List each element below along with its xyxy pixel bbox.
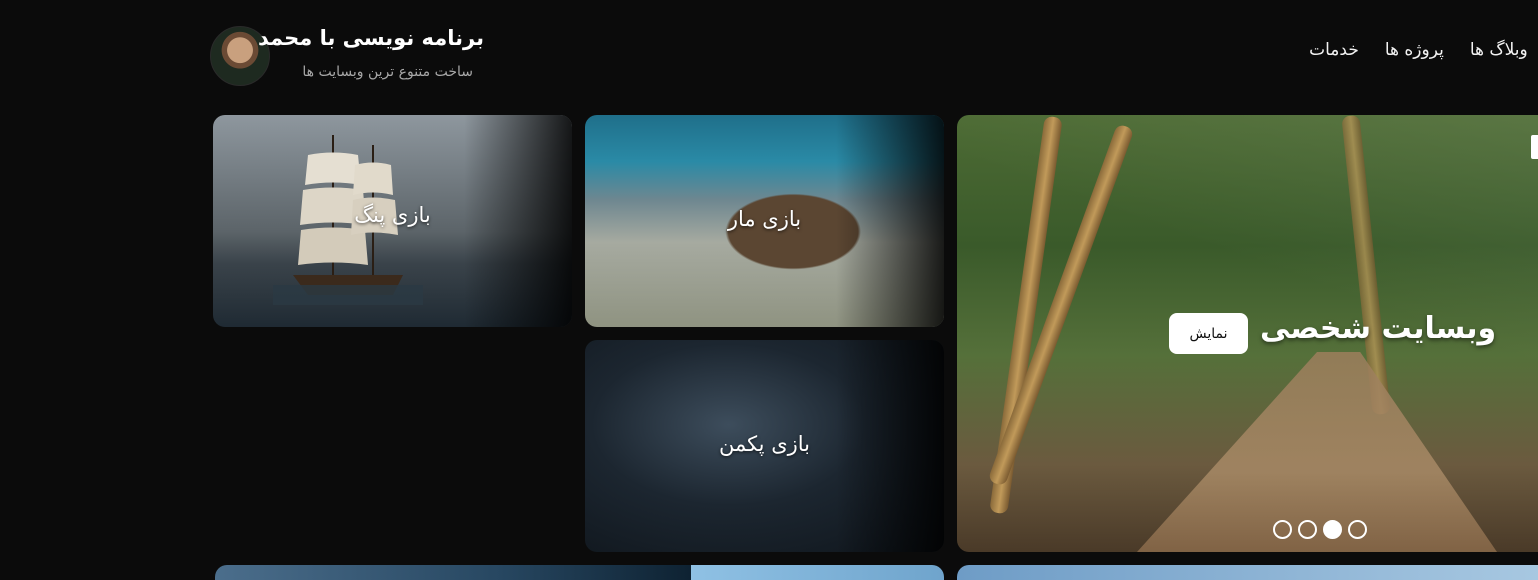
- slider-dot[interactable]: [1273, 520, 1292, 539]
- site-subtitle: ساخت متنوع ترین وبسایت ها: [302, 64, 473, 80]
- card-title: بازی پکمن: [718, 432, 811, 456]
- card-title: بازی پنگ: [354, 203, 431, 227]
- nav-item-blogs[interactable]: وبلاگ ها: [1470, 40, 1528, 60]
- slider-dot[interactable]: [1298, 520, 1317, 539]
- card-title: بازی مار: [727, 207, 802, 231]
- hero-slider: وبسایت شخصی نمایش: [957, 115, 1538, 552]
- hero-edge-mark: [1531, 135, 1538, 159]
- project-card-partial[interactable]: [215, 565, 691, 580]
- nav-item-projects[interactable]: پروژه ها: [1385, 40, 1444, 60]
- slider-dots: [1273, 520, 1367, 539]
- nav-item-services[interactable]: خدمات: [1309, 40, 1359, 60]
- slider-dot-active[interactable]: [1323, 520, 1342, 539]
- site-brand[interactable]: برنامه نویسی با محمد ساخت متنوع ترین وبس…: [210, 24, 500, 90]
- project-card-partial[interactable]: [957, 565, 1538, 580]
- project-card-pacman[interactable]: بازی پکمن: [585, 340, 944, 552]
- project-card-snake[interactable]: بازی مار: [585, 115, 944, 327]
- main-nav: ما وبلاگ ها پروژه ها خدمات: [1309, 40, 1538, 60]
- project-card-partial[interactable]: [691, 565, 944, 580]
- slider-dot[interactable]: [1348, 520, 1367, 539]
- show-button[interactable]: نمایش: [1169, 313, 1248, 354]
- hero-title: وبسایت شخصی: [1260, 311, 1497, 346]
- project-card-pong[interactable]: بازی پنگ: [213, 115, 572, 327]
- site-title: برنامه نویسی با محمد: [257, 26, 484, 50]
- tree-trunk: [987, 123, 1135, 487]
